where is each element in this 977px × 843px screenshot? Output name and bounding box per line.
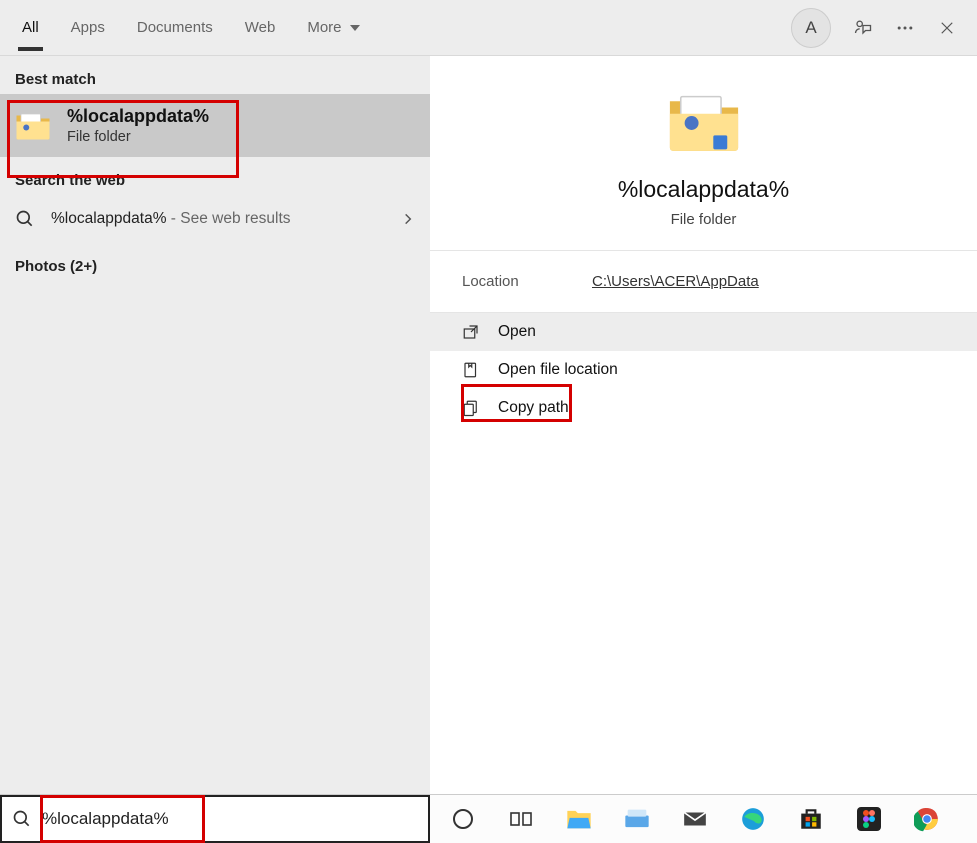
detail-panel: %localappdata% File folder Location C:\U… xyxy=(430,56,977,794)
section-photos[interactable]: Photos (2+) xyxy=(0,243,430,281)
web-result-query: %localappdata% xyxy=(51,210,166,227)
search-icon xyxy=(12,809,32,829)
feedback-icon[interactable] xyxy=(853,18,873,38)
taskbar xyxy=(430,795,977,843)
folder-icon-large xyxy=(665,92,743,154)
action-open-location[interactable]: Open file location xyxy=(430,351,977,389)
location-label: Location xyxy=(462,273,592,290)
taskbar-mail[interactable] xyxy=(678,802,712,836)
location-value[interactable]: C:\Users\ACER\AppData xyxy=(592,273,759,290)
search-box[interactable] xyxy=(0,795,430,843)
taskbar-cortana[interactable] xyxy=(446,802,480,836)
action-open[interactable]: Open xyxy=(430,313,977,351)
best-match-title: %localappdata% xyxy=(67,106,209,127)
caret-down-icon xyxy=(350,25,360,31)
taskbar-explorer[interactable] xyxy=(562,802,596,836)
detail-header: %localappdata% File folder xyxy=(430,56,977,251)
action-open-label: Open xyxy=(498,323,536,341)
taskbar-store[interactable] xyxy=(794,802,828,836)
section-search-web: Search the web xyxy=(0,157,430,195)
action-copy-path[interactable]: Copy path xyxy=(430,389,977,427)
action-list: Open Open file location Copy path xyxy=(430,313,977,427)
results-panel: Best match %localappdata% File folder Se… xyxy=(0,56,430,794)
user-avatar[interactable]: A xyxy=(791,8,831,48)
best-match-item[interactable]: %localappdata% File folder xyxy=(0,94,430,157)
tab-apps[interactable]: Apps xyxy=(69,5,107,50)
tab-web[interactable]: Web xyxy=(243,5,278,50)
top-tab-bar: All Apps Documents Web More A xyxy=(0,0,977,56)
chevron-right-icon xyxy=(401,212,415,226)
taskbar-figma[interactable] xyxy=(852,802,886,836)
open-icon xyxy=(462,323,480,341)
web-result-suffix: - See web results xyxy=(166,210,290,227)
tab-all[interactable]: All xyxy=(20,5,41,50)
copy-path-icon xyxy=(462,399,480,417)
action-open-location-label: Open file location xyxy=(498,361,618,379)
tabs-container: All Apps Documents Web More xyxy=(20,5,362,50)
taskbar-chrome[interactable] xyxy=(910,802,944,836)
action-copy-path-label: Copy path xyxy=(498,399,569,417)
web-result-text: %localappdata% - See web results xyxy=(51,210,291,228)
close-icon[interactable] xyxy=(937,18,957,38)
main-area: Best match %localappdata% File folder Se… xyxy=(0,56,977,794)
best-match-text: %localappdata% File folder xyxy=(67,106,209,145)
taskbar-taskview[interactable] xyxy=(504,802,538,836)
detail-title: %localappdata% xyxy=(618,176,789,203)
web-result-item[interactable]: %localappdata% - See web results xyxy=(0,195,430,243)
best-match-subtitle: File folder xyxy=(67,129,209,145)
taskbar-edge[interactable] xyxy=(736,802,770,836)
folder-icon xyxy=(15,110,51,142)
section-best-match: Best match xyxy=(0,56,430,94)
location-row: Location C:\Users\ACER\AppData xyxy=(430,251,977,313)
more-options-icon[interactable] xyxy=(895,18,915,38)
tab-documents[interactable]: Documents xyxy=(135,5,215,50)
open-location-icon xyxy=(462,361,480,379)
bottom-bar xyxy=(0,794,977,843)
taskbar-keyboard[interactable] xyxy=(620,802,654,836)
search-icon xyxy=(15,209,35,229)
search-input[interactable] xyxy=(42,809,418,829)
top-right-controls: A xyxy=(791,8,957,48)
tab-more[interactable]: More xyxy=(305,5,361,50)
tab-more-label: More xyxy=(307,19,341,36)
detail-subtitle: File folder xyxy=(671,211,737,228)
